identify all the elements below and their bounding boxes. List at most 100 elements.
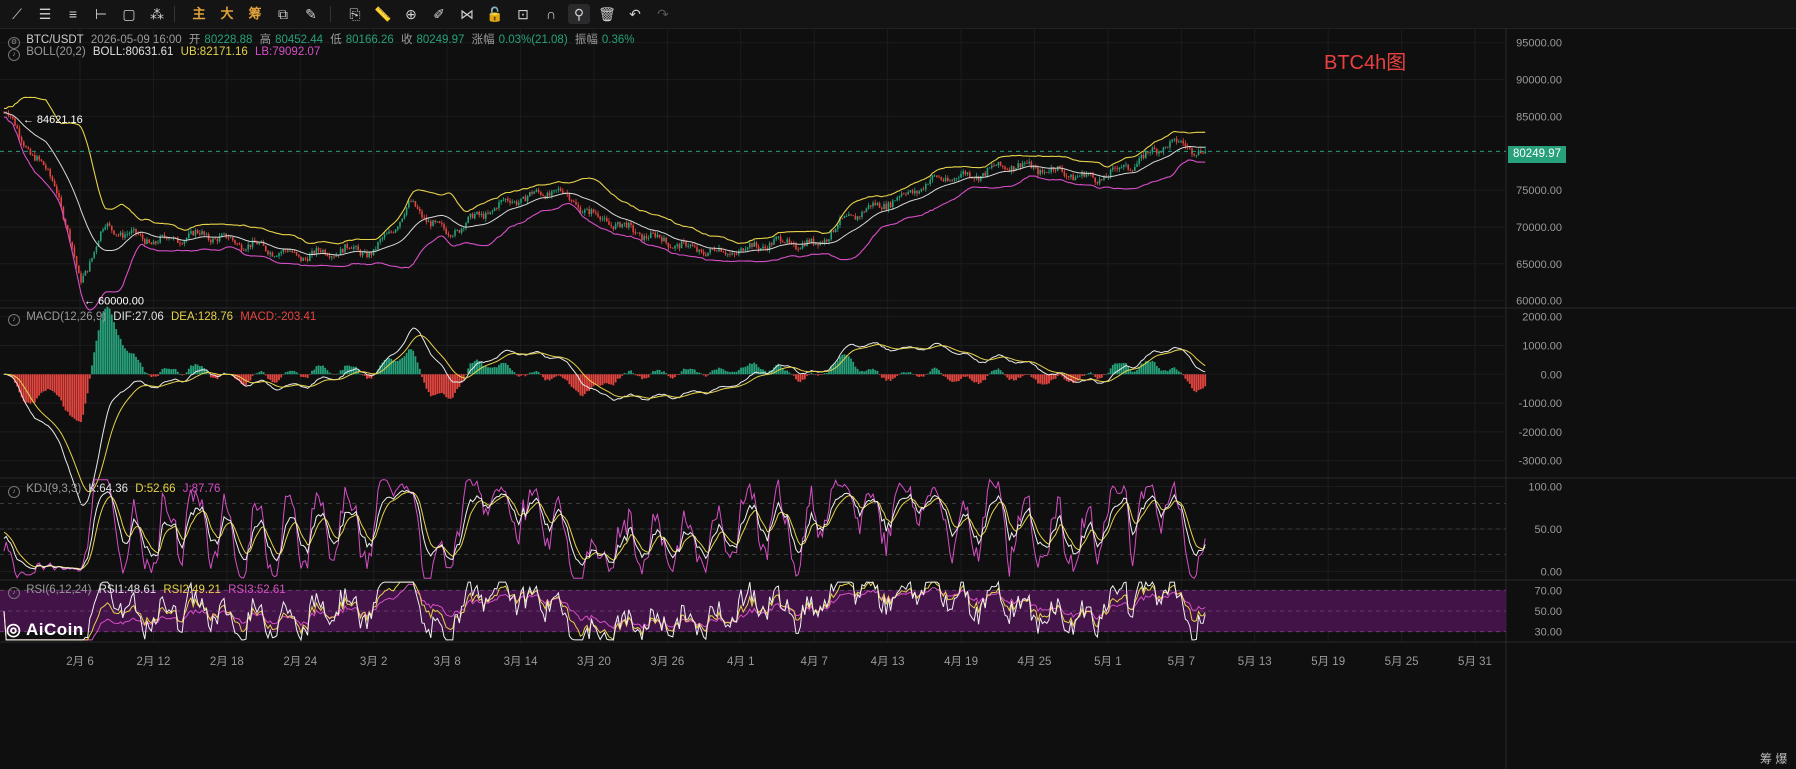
candle-body xyxy=(124,234,126,238)
candle-body xyxy=(522,196,524,199)
macd-histogram-bar xyxy=(977,374,980,385)
pattern-icon[interactable]: ⋈ xyxy=(456,4,478,24)
bell-icon[interactable]: ♪ xyxy=(8,49,20,61)
macd-histogram-bar xyxy=(132,353,135,375)
macd-histogram-bar xyxy=(183,374,186,375)
macd-histogram-bar xyxy=(278,374,280,381)
high-value: 80452.44 xyxy=(275,34,324,46)
main-chart-label[interactable]: 主 xyxy=(188,4,210,24)
candle-body xyxy=(38,156,40,160)
macd-histogram-bar xyxy=(99,319,102,375)
candle-body xyxy=(498,202,500,209)
candle-body xyxy=(1030,161,1033,169)
macd-histogram-bar xyxy=(1158,368,1160,375)
candle-body xyxy=(548,192,551,196)
candle-body xyxy=(592,209,595,213)
large-label[interactable]: 大 xyxy=(216,4,238,24)
candle-body xyxy=(500,200,502,203)
candle-body xyxy=(601,218,604,220)
macd-histogram-bar xyxy=(392,360,395,375)
candle-body xyxy=(914,190,916,194)
dots-pattern-icon[interactable]: ⁂ xyxy=(146,4,168,24)
amp-label: 振幅 xyxy=(574,34,598,46)
macd-histogram-bar xyxy=(1098,374,1101,379)
brush-icon[interactable]: ✐ xyxy=(428,4,450,24)
layers-icon[interactable]: ⧉ xyxy=(272,4,294,24)
candle-body xyxy=(366,251,368,258)
magnet-icon[interactable]: ∩ xyxy=(540,4,562,24)
eye-edit-icon[interactable]: ⊡ xyxy=(512,4,534,24)
undo-icon[interactable]: ↶ xyxy=(624,4,646,24)
candle-body xyxy=(141,234,144,240)
candle-body xyxy=(929,179,931,184)
rectangle-icon[interactable]: ▢ xyxy=(118,4,140,24)
ray-line-icon[interactable]: ⊢ xyxy=(90,4,112,24)
macd-histogram-bar xyxy=(317,365,320,375)
macd-histogram-bar xyxy=(405,352,408,375)
candle-body xyxy=(170,238,172,240)
candle-body xyxy=(474,214,476,219)
candle-body xyxy=(280,251,282,254)
macd-histogram-bar xyxy=(627,370,630,375)
trendline-icon[interactable]: ⟋ xyxy=(6,4,28,24)
macd-histogram-bar xyxy=(491,367,494,375)
bell-icon[interactable]: ♪ xyxy=(8,486,20,498)
macd-histogram-bar xyxy=(324,367,327,375)
candle-body xyxy=(489,211,491,214)
candle-body xyxy=(872,202,874,207)
candle-body xyxy=(1085,173,1088,177)
candle-body xyxy=(205,234,208,235)
macd-histogram-bar xyxy=(84,374,87,404)
macd-histogram-bar xyxy=(315,366,318,375)
macd-histogram-bar xyxy=(531,372,533,375)
candle-body xyxy=(988,167,991,169)
macd-histogram-bar xyxy=(883,374,885,378)
macd-histogram-bar xyxy=(275,374,278,383)
macd-histogram-bar xyxy=(517,374,520,377)
candle-body xyxy=(632,225,634,232)
horizontal-lines-icon[interactable]: ☰ xyxy=(34,4,56,24)
macd-histogram-bar xyxy=(1010,374,1013,379)
corner-labels[interactable]: 筹 爆 xyxy=(1760,750,1787,767)
candle-body xyxy=(89,261,91,272)
ruler-icon[interactable]: 📏 xyxy=(372,4,394,24)
candle-body xyxy=(29,148,32,155)
candle-body xyxy=(647,237,650,239)
macd-histogram-bar xyxy=(62,374,65,407)
candle-body xyxy=(551,191,553,196)
lock-icon[interactable]: 🔓 xyxy=(484,4,506,24)
bell-icon[interactable]: ♪ xyxy=(8,314,20,326)
x-tick-label: 4月 19 xyxy=(944,656,978,668)
parallel-lines-icon[interactable]: ≡ xyxy=(62,4,84,24)
candle-body xyxy=(1164,146,1167,148)
macd-histogram-bar xyxy=(854,366,857,375)
macd-histogram-bar xyxy=(119,338,122,375)
candle-body xyxy=(227,237,230,239)
candle-body xyxy=(194,230,197,236)
zoom-alert-icon[interactable]: ⊕ xyxy=(400,4,422,24)
trash-icon[interactable]: 🗑 xyxy=(596,4,618,24)
chips-label[interactable]: 筹 xyxy=(244,4,266,24)
y-tick-label: 0.00 xyxy=(1541,567,1562,579)
candle-body xyxy=(421,211,423,218)
pen-icon[interactable]: ✎ xyxy=(300,4,322,24)
y-tick-label: 85000.00 xyxy=(1516,111,1562,123)
price-annotation: ← 84621.16 xyxy=(23,114,83,126)
boll-mid: BOLL:80631.61 xyxy=(92,46,174,58)
candle-body xyxy=(623,222,626,224)
macd-histogram-bar xyxy=(264,374,267,376)
macd-histogram-bar xyxy=(823,373,826,375)
chart-canvas[interactable]: 95000.0090000.0085000.0080000.0075000.00… xyxy=(0,28,1796,769)
macd-histogram-bar xyxy=(647,374,650,378)
bell-icon[interactable]: ♪ xyxy=(8,587,20,599)
candle-body xyxy=(702,251,705,255)
macd-histogram-bar xyxy=(289,370,291,375)
macd-histogram-bar xyxy=(751,363,753,375)
candle-body xyxy=(960,173,962,178)
filter-icon[interactable]: ⚲ xyxy=(568,4,590,24)
redo-icon[interactable]: ↷ xyxy=(652,4,674,24)
candle-body xyxy=(590,209,593,215)
macd-histogram-bar xyxy=(1204,374,1207,387)
y-tick-label: 90000.00 xyxy=(1516,75,1562,87)
copy-icon[interactable]: ⎘ xyxy=(344,4,366,24)
